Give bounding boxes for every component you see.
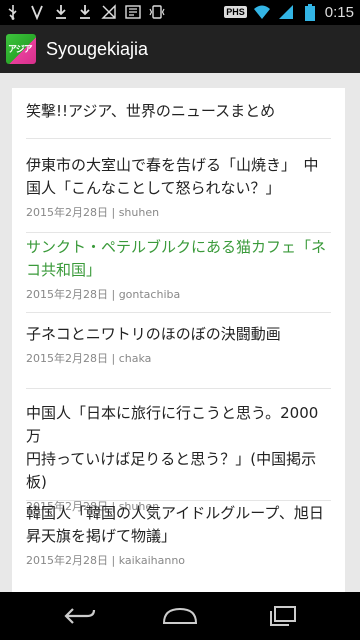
article-title-line: 円持っていけば足りると思う？」(中国掲示 [26, 450, 317, 468]
app-notification-icon [124, 3, 142, 21]
article-title-line: 伊東市の大室山で春を告げる「山焼き」 中 [26, 156, 319, 174]
system-status: PHS 0:15 [224, 3, 354, 21]
article-title-line: 板) [26, 473, 47, 491]
article-title-line: 中国人「日本に旅行に行こうと思う。2000万 [26, 404, 319, 445]
app-title: Syougekiajia [46, 38, 149, 59]
article-title-line: サンクト・ペテルブルクにある猫カフェ「ネ [26, 238, 327, 256]
article-item[interactable]: 中国人「日本に旅行に行こうと思う。2000万 円持っていけば足りると思う？」(中… [26, 402, 331, 514]
battery-icon [301, 3, 319, 21]
usb-icon [4, 3, 22, 21]
article-title[interactable]: 子ネコとニワトリのほのぼの決闘動画 [26, 323, 331, 346]
article-meta: 2015年2月28日 | shuhen [26, 206, 160, 219]
main-content[interactable]: 笑撃!!アジア、世界のニュースまとめ 伊東市の大室山で春を告げる「山焼き」 中 … [0, 73, 360, 592]
article-title-line: 子ネコとニワトリのほのぼの決闘動画 [26, 325, 281, 343]
article-meta: 2015年2月28日 | kaikaihanno [26, 554, 186, 567]
app-logo-text: アジア [8, 45, 33, 55]
article-title[interactable]: 中国人「日本に旅行に行こうと思う。2000万 円持っていけば足りると思う？」(中… [26, 402, 331, 494]
back-button[interactable] [60, 602, 100, 630]
article-title[interactable]: サンクト・ペテルブルクにある猫カフェ「ネ コ共和国」 [26, 236, 331, 282]
article-title-line: 韓国人「韓国の人気アイドルグループ、旭日 [26, 504, 324, 522]
article-item[interactable]: 伊東市の大室山で春を告げる「山焼き」 中 国人「こんなことして怒られない？」 2… [26, 154, 331, 220]
signal-icon [277, 3, 295, 21]
signal-off-icon [100, 3, 118, 21]
divider [26, 312, 331, 313]
divider [26, 138, 331, 139]
home-button[interactable] [160, 602, 200, 630]
article-title[interactable]: 伊東市の大室山で春を告げる「山焼き」 中 国人「こんなことして怒られない？」 [26, 154, 331, 200]
article-meta: 2015年2月28日 | gontachiba [26, 288, 181, 301]
article-list-card: 笑撃!!アジア、世界のニュースまとめ 伊東市の大室山で春を告げる「山焼き」 中 … [12, 88, 345, 592]
article-item[interactable]: サンクト・ペテルブルクにある猫カフェ「ネ コ共和国」 2015年2月28日 | … [26, 236, 331, 302]
divider [26, 232, 331, 233]
status-bar: PHS 0:15 [0, 0, 360, 25]
divider [26, 388, 331, 389]
divider [26, 500, 331, 501]
back-icon [64, 608, 96, 624]
article-title-line: 昇天旗を掲げて物議」 [26, 527, 177, 545]
article-item[interactable]: 韓国人「韓国の人気アイドルグループ、旭日 昇天旗を掲げて物議」 2015年2月2… [26, 502, 331, 568]
blog-title: 笑撃!!アジア、世界のニュースまとめ [26, 102, 276, 120]
home-icon [162, 607, 198, 624]
article-title-line: 国人「こんなことして怒られない？」 [26, 179, 281, 197]
download-icon [52, 3, 70, 21]
article-title[interactable]: 韓国人「韓国の人気アイドルグループ、旭日 昇天旗を掲げて物議」 [26, 502, 331, 548]
download-icon [76, 3, 94, 21]
carrier-badge: PHS [224, 6, 247, 18]
article-meta: 2015年2月28日 | chaka [26, 352, 152, 365]
article-title-line: コ共和国」 [26, 261, 102, 279]
app-logo-icon[interactable]: アジア [6, 34, 36, 64]
wifi-icon [253, 3, 271, 21]
navigation-bar [0, 592, 360, 640]
notification-icons [4, 3, 166, 21]
action-bar: アジア Syougekiajia [0, 25, 360, 73]
recent-apps-icon [270, 606, 296, 626]
vibrate-icon [148, 3, 166, 21]
clock: 0:15 [324, 3, 354, 21]
article-item[interactable]: 子ネコとニワトリのほのぼの決闘動画 2015年2月28日 | chaka [26, 323, 331, 366]
voicemail-icon [28, 3, 46, 21]
recent-apps-button[interactable] [262, 602, 302, 630]
